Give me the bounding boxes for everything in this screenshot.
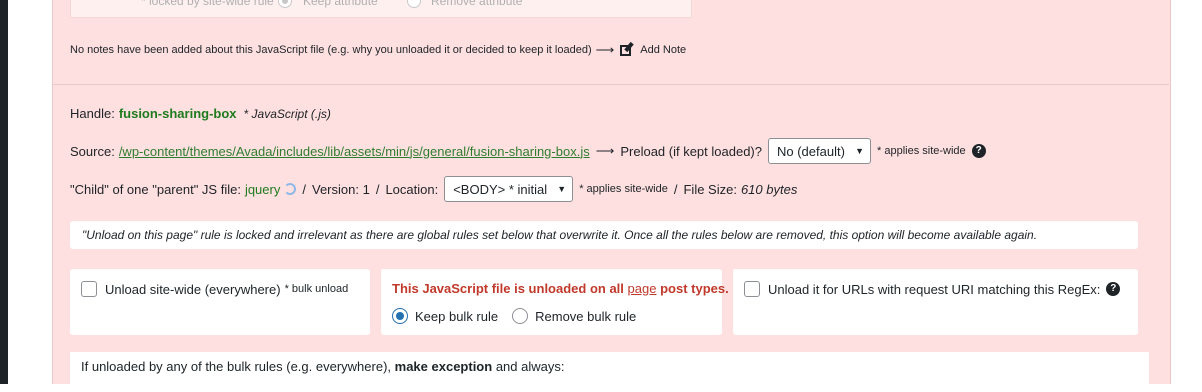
section-divider bbox=[52, 84, 1169, 85]
file-type-label: * JavaScript (.js) bbox=[243, 106, 331, 121]
bulk-rule-status: This JavaScript file is unloaded on all … bbox=[392, 281, 729, 296]
handle-label: Handle: bbox=[70, 106, 115, 121]
keep-bulk-rule-label[interactable]: Keep bulk rule bbox=[415, 309, 498, 324]
bulk-unload-note: * bulk unload bbox=[284, 283, 349, 295]
exception-suffix: and always: bbox=[495, 359, 565, 374]
add-note-link[interactable]: Add Note bbox=[640, 44, 686, 56]
notes-text: No notes have been added about this Java… bbox=[70, 44, 592, 56]
notes-row: No notes have been added about this Java… bbox=[70, 41, 686, 58]
location-select[interactable]: <BODY> * initial ▼ bbox=[444, 176, 574, 202]
child-label: "Child" of one "parent" JS file: bbox=[70, 181, 241, 197]
post-type-link[interactable]: page bbox=[628, 281, 657, 296]
preload-label: Preload (if kept loaded)? bbox=[620, 143, 762, 159]
locked-rule-text: "Unload on this page" rule is locked and… bbox=[82, 228, 1038, 242]
help-icon[interactable]: ? bbox=[1106, 282, 1121, 296]
unload-site-wide-card: Unload site-wide (everywhere) * bulk unl… bbox=[70, 269, 370, 335]
keep-attribute-label: Keep attribute bbox=[303, 0, 378, 8]
page-gutter bbox=[8, 0, 52, 384]
locked-rule-notice: "Unload on this page" rule is locked and… bbox=[70, 221, 1138, 249]
unload-site-wide-checkbox[interactable] bbox=[81, 281, 97, 297]
source-row: Source: /wp-content/themes/Avada/include… bbox=[70, 138, 986, 164]
version-label: Version: 1 bbox=[311, 181, 370, 197]
remove-attribute-label: Remove attribute bbox=[431, 0, 523, 8]
source-label: Source: bbox=[70, 143, 115, 159]
help-icon[interactable]: ? bbox=[971, 144, 986, 158]
remove-bulk-rule-label[interactable]: Remove bulk rule bbox=[535, 309, 636, 324]
location-label: Location: bbox=[385, 181, 439, 197]
regex-unload-label[interactable]: Unload it for URLs with request URI matc… bbox=[768, 282, 1100, 297]
exception-bold: make exception bbox=[394, 359, 493, 374]
regex-unload-checkbox[interactable] bbox=[744, 281, 760, 297]
unloaded-prefix: This JavaScript file is unloaded on all bbox=[392, 281, 624, 296]
regex-unload-card: Unload it for URLs with request URI matc… bbox=[733, 269, 1138, 335]
locked-note: * locked by site-wide rule bbox=[141, 0, 274, 8]
admin-sidebar-edge bbox=[0, 0, 8, 384]
unload-site-wide-label[interactable]: Unload site-wide (everywhere) bbox=[105, 282, 281, 297]
chevron-down-icon: ▼ bbox=[557, 184, 567, 194]
remove-attribute-radio[interactable] bbox=[407, 0, 421, 8]
exception-prefix: If unloaded by any of the bulk rules (e.… bbox=[81, 359, 392, 374]
preload-select-value: No (default) bbox=[777, 143, 845, 159]
separator: / bbox=[375, 181, 380, 197]
preload-select[interactable]: No (default) ▼ bbox=[768, 138, 871, 164]
exception-box: If unloaded by any of the bulk rules (e.… bbox=[70, 352, 1149, 392]
unloaded-suffix: post types. bbox=[660, 281, 729, 296]
separator: / bbox=[673, 181, 678, 197]
attribute-options-box: * locked by site-wide rule Keep attribut… bbox=[70, 0, 692, 18]
separator: / bbox=[302, 181, 306, 197]
handle-value: fusion-sharing-box bbox=[118, 106, 237, 121]
loading-icon bbox=[284, 183, 297, 195]
keep-attribute-radio[interactable] bbox=[278, 0, 292, 8]
location-select-value: <BODY> * initial bbox=[453, 181, 548, 197]
edit-note-icon[interactable] bbox=[620, 41, 636, 57]
dependency-row: "Child" of one "parent" JS file: jquery … bbox=[70, 176, 797, 202]
right-gutter bbox=[1180, 0, 1202, 384]
chevron-down-icon: ▼ bbox=[855, 146, 864, 156]
bulk-rule-card: This JavaScript file is unloaded on all … bbox=[381, 269, 729, 335]
arrow-icon: ⟶ bbox=[595, 143, 615, 158]
applies-site-wide-note: * applies site-wide bbox=[579, 183, 668, 195]
handle-row: Handle: fusion-sharing-box * JavaScript … bbox=[70, 106, 331, 121]
source-path-link[interactable]: /wp-content/themes/Avada/includes/lib/as… bbox=[119, 144, 590, 159]
remove-bulk-rule-radio[interactable] bbox=[512, 308, 529, 324]
file-size-label: File Size: bbox=[683, 181, 737, 197]
parent-jquery-link[interactable]: jquery bbox=[245, 182, 280, 197]
applies-site-wide-note: * applies site-wide bbox=[877, 145, 966, 157]
arrow-icon: ⟶ bbox=[595, 42, 615, 57]
file-size-value: 610 bytes bbox=[740, 181, 798, 197]
keep-bulk-rule-radio[interactable] bbox=[392, 308, 408, 324]
